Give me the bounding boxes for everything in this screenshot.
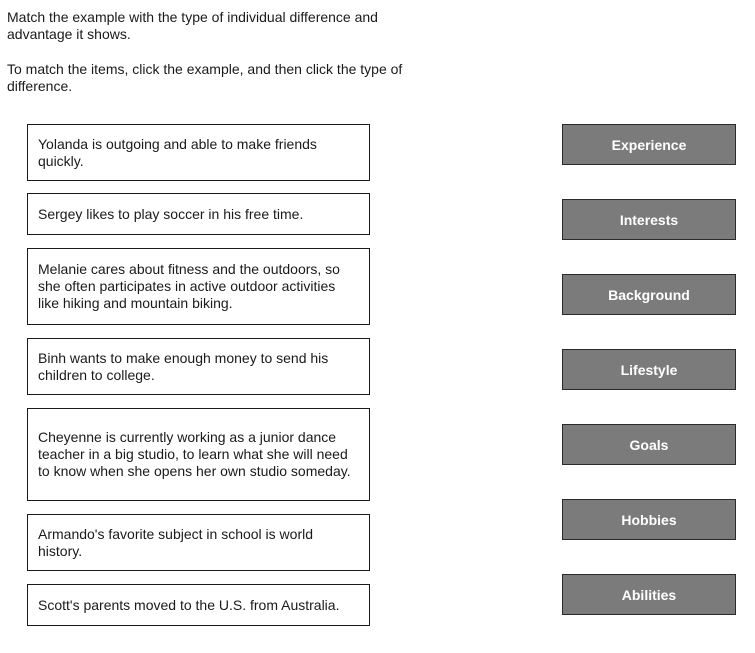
category-abilities-button[interactable]: Abilities — [562, 574, 736, 615]
example-card-armando[interactable]: Armando's favorite subject in school is … — [27, 514, 370, 571]
example-text: Armando's favorite subject in school is … — [38, 525, 314, 559]
instruction-text: Match the example with the type of indiv… — [7, 9, 378, 42]
example-text: Melanie cares about fitness and the outd… — [38, 261, 340, 311]
example-text: Scott's parents moved to the U.S. from A… — [38, 596, 340, 613]
category-interests-button[interactable]: Interests — [562, 199, 736, 240]
example-card-cheyenne[interactable]: Cheyenne is currently working as a junio… — [27, 408, 370, 501]
category-background-button[interactable]: Background — [562, 274, 736, 315]
instruction-how-to: To match the items, click the example, a… — [7, 61, 403, 94]
example-text: Sergey likes to play soccer in his free … — [38, 205, 304, 222]
example-card-yolanda[interactable]: Yolanda is outgoing and able to make fri… — [27, 124, 370, 181]
example-text: Binh wants to make enough money to send … — [38, 349, 329, 383]
category-experience-button[interactable]: Experience — [562, 124, 736, 165]
example-card-binh[interactable]: Binh wants to make enough money to send … — [27, 338, 370, 395]
example-card-melanie[interactable]: Melanie cares about fitness and the outd… — [27, 248, 370, 325]
example-text: Yolanda is outgoing and able to make fri… — [38, 135, 317, 169]
category-lifestyle-button[interactable]: Lifestyle — [562, 349, 736, 390]
category-goals-button[interactable]: Goals — [562, 424, 736, 465]
category-hobbies-button[interactable]: Hobbies — [562, 499, 736, 540]
example-card-scott[interactable]: Scott's parents moved to the U.S. from A… — [27, 584, 370, 626]
example-card-sergey[interactable]: Sergey likes to play soccer in his free … — [27, 193, 370, 235]
example-text: Cheyenne is currently working as a junio… — [38, 429, 351, 479]
